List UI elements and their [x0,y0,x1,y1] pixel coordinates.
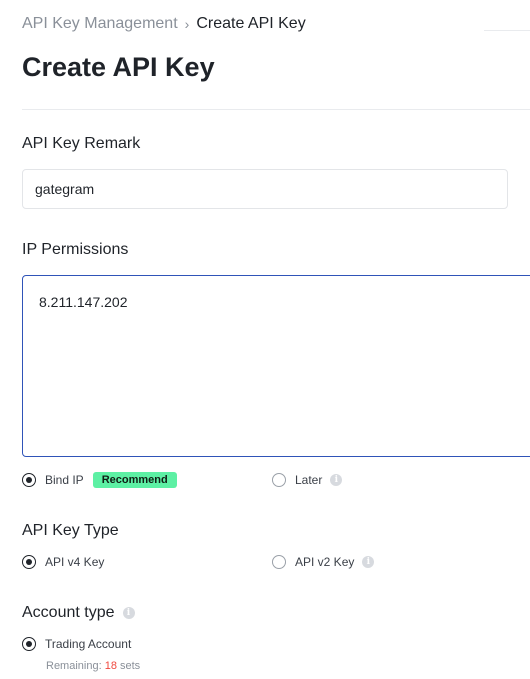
remaining-count: 18 [104,660,117,672]
breadcrumb: API Key Management › Create API Key [22,15,306,33]
title-divider [22,109,530,110]
radio-checked-icon [22,555,36,569]
radio-checked-icon [22,473,36,487]
ip-permissions-textarea[interactable]: 8.211.147.202 [22,275,530,457]
radio-label: API v4 Key [45,555,105,569]
chevron-right-icon: › [184,16,190,32]
radio-label: Later [295,473,323,487]
info-icon[interactable]: i [330,474,343,486]
radio-unchecked-icon [272,555,286,569]
radio-label: API v2 Key [295,555,355,569]
radio-bind-ip[interactable]: Bind IP Recommend [22,472,177,488]
recommend-badge: Recommend [92,472,177,488]
remaining-suffix: sets [116,660,141,672]
page-title: Create API Key [22,52,215,82]
radio-label: Trading Account [45,637,132,651]
account-type-label: Account type i [22,604,135,622]
key-type-label: API Key Type [22,522,119,539]
breadcrumb-current: Create API Key [196,15,306,32]
remaining-sets: Remaining: 18 sets [46,660,140,672]
info-icon[interactable]: i [362,556,375,568]
remaining-prefix: Remaining: [46,660,105,672]
remark-input[interactable] [22,169,508,209]
ip-permissions-label: IP Permissions [22,241,129,258]
radio-api-v2-key[interactable]: API v2 Key i [272,555,375,569]
radio-label: Bind IP [45,473,84,487]
remark-label: API Key Remark [22,135,141,152]
account-type-label-text: Account type [22,604,115,621]
info-icon[interactable]: i [122,607,135,619]
radio-unchecked-icon [272,473,286,487]
radio-checked-icon [22,637,36,651]
header-divider [484,30,530,31]
radio-api-v4-key[interactable]: API v4 Key [22,555,104,569]
breadcrumb-link-api-key-management[interactable]: API Key Management [22,15,178,33]
radio-trading-account[interactable]: Trading Account [22,637,131,651]
radio-later[interactable]: Later i [272,473,343,487]
